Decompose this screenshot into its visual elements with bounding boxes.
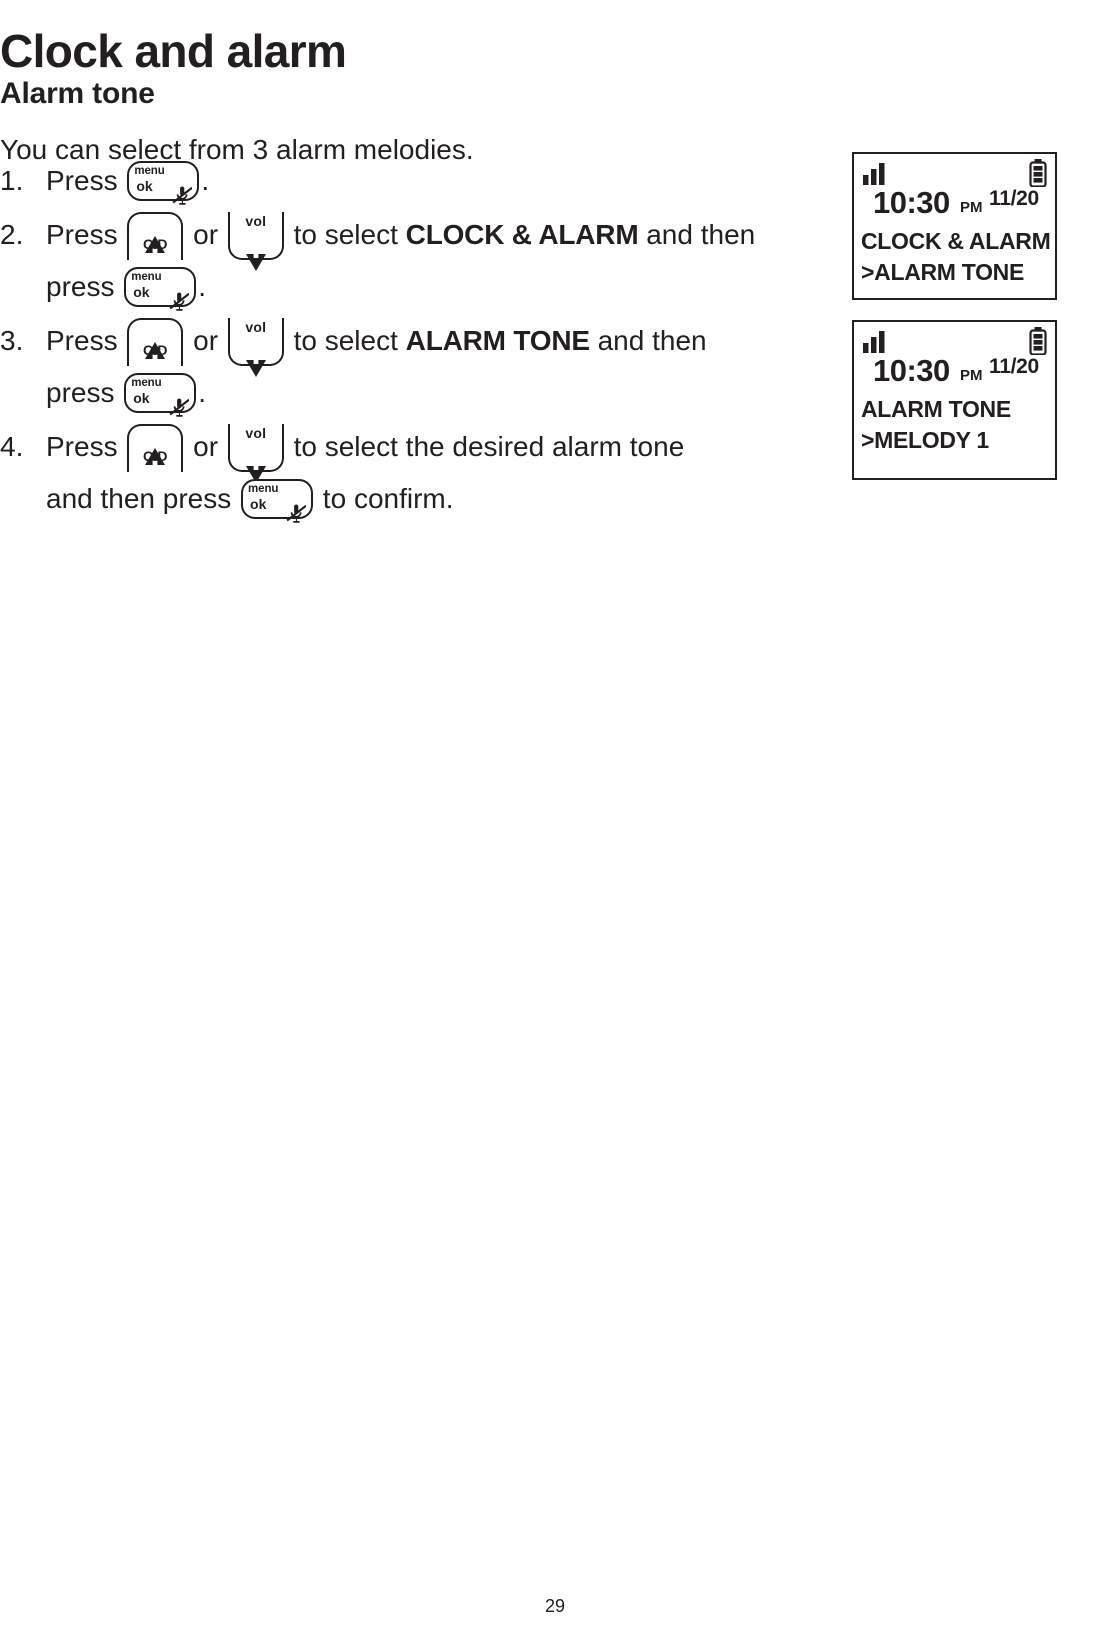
step-line: Press menu ok. [46, 155, 850, 207]
vol-down-key: vol [227, 424, 284, 483]
step-text: to confirm. [315, 483, 454, 514]
menu-ok-key: menu ok [127, 161, 200, 205]
triangle-down-icon [245, 342, 266, 377]
section-title: Alarm tone [0, 76, 155, 110]
cid-key-label: CID [143, 236, 168, 252]
signal-bars-icon [862, 331, 888, 353]
vol-key-label: vol [245, 425, 267, 441]
lcd-time: 10:30 [873, 185, 950, 220]
lcd-ampm: PM [960, 199, 983, 216]
instruction-step: 3. Press CID or vol to select ALARM TONE … [0, 315, 850, 419]
step-number: 2. [0, 219, 24, 250]
step-number: 4. [0, 431, 24, 462]
step-text: or [185, 219, 226, 250]
mute-microphone-icon [286, 490, 307, 523]
triangle-up-icon [145, 430, 166, 465]
emphasised-menu-name: CLOCK & ALARM [405, 219, 639, 250]
menu-ok-key-label-bottom: ok [133, 390, 150, 406]
vol-key-label: vol [245, 213, 267, 229]
step-text: or [185, 431, 226, 462]
cid-key-label: CID [143, 448, 168, 464]
menu-ok-key-label-top: menu [131, 377, 162, 389]
triangle-up-icon [145, 324, 166, 359]
triangle-up-icon [145, 218, 166, 253]
step-text: . [198, 271, 207, 302]
battery-full-icon [1029, 327, 1047, 356]
lcd-screen-alarm-tone: 10:30 PM 11/20 ALARM TONE >MELODY 1 [852, 320, 1057, 480]
lcd-status-row [862, 159, 1047, 188]
step-text: press [46, 377, 123, 408]
instruction-step: 2. Press CID or vol to select CLOCK & ALA… [0, 209, 850, 313]
step-text: Press [46, 165, 126, 196]
lcd-date: 11/20 [989, 187, 1039, 210]
lcd-time-row: 10:30 PM 11/20 [854, 184, 1055, 224]
triangle-down-icon [245, 236, 266, 271]
cid-key-label: CID [143, 342, 168, 358]
step-text: and then press [46, 483, 240, 514]
step-number: 1. [0, 165, 24, 196]
menu-ok-key-label-top: menu [134, 165, 165, 177]
menu-ok-key-label-top: menu [248, 483, 279, 495]
vol-key-label: vol [245, 319, 267, 335]
lcd-screen-clock-and-alarm: 10:30 PM 11/20 CLOCK & ALARM >ALARM TONE [852, 152, 1057, 300]
mute-microphone-icon [169, 384, 190, 417]
step-body: Press CID or vol to select the desired a… [46, 421, 850, 525]
lcd-date: 11/20 [989, 355, 1039, 378]
step-text: Press [46, 325, 126, 356]
step-line: Press CID or vol to select the desired a… [46, 421, 850, 483]
menu-ok-key: menu ok [241, 479, 314, 523]
cid-up-key: CID [127, 212, 184, 260]
step-body: Press CID or vol to select CLOCK & ALARM… [46, 209, 850, 313]
lcd-menu-selection: >MELODY 1 [861, 427, 989, 453]
page-title: Clock and alarm [0, 24, 347, 77]
lcd-menu-title: CLOCK & ALARM [861, 228, 1051, 254]
instruction-step: 4. Press CID or vol to select the desired… [0, 421, 850, 525]
step-text: . [201, 165, 210, 196]
menu-ok-key-label-bottom: ok [136, 178, 153, 194]
mute-microphone-icon [172, 172, 194, 205]
step-text: and then [638, 219, 756, 250]
vol-down-key: vol [227, 212, 284, 271]
lcd-menu-title: ALARM TONE [861, 396, 1011, 422]
instruction-step: 1. Press menu ok. [0, 155, 850, 207]
manual-page: Clock and alarm Alarm tone You can selec… [0, 0, 1110, 1629]
step-number: 3. [0, 325, 24, 356]
step-text: . [198, 377, 207, 408]
cid-up-key: CID [127, 318, 184, 366]
battery-full-icon [1029, 159, 1047, 188]
lcd-status-row [862, 327, 1047, 356]
menu-ok-key: menu ok [124, 373, 197, 417]
step-text: Press [46, 431, 126, 462]
step-line: and then press menu ok to confirm. [46, 473, 850, 525]
lcd-time-row: 10:30 PM 11/20 [854, 352, 1055, 392]
lcd-ampm: PM [960, 367, 983, 384]
lcd-time: 10:30 [873, 353, 950, 388]
menu-ok-key-label-bottom: ok [133, 284, 150, 300]
emphasised-menu-name: ALARM TONE [405, 325, 590, 356]
step-body: Press menu ok. [46, 155, 850, 207]
menu-ok-key-label-top: menu [131, 271, 162, 283]
triangle-down-icon [245, 448, 266, 483]
step-body: Press CID or vol to select ALARM TONE an… [46, 315, 850, 419]
step-text: Press [46, 219, 126, 250]
cid-up-key: CID [127, 424, 184, 472]
vol-down-key: vol [227, 318, 284, 377]
step-text: and then [589, 325, 707, 356]
step-text: to select [285, 219, 406, 250]
step-text: to select [285, 325, 406, 356]
menu-ok-key-label-bottom: ok [250, 496, 267, 512]
step-text: or [185, 325, 226, 356]
signal-bars-icon [862, 163, 888, 185]
step-line: press menu ok. [46, 367, 850, 419]
mute-microphone-icon [169, 278, 190, 311]
step-text: to select the desired alarm tone [285, 431, 685, 462]
page-number: 29 [544, 1596, 566, 1616]
step-line: Press CID or vol to select ALARM TONE an… [46, 315, 850, 377]
lcd-menu-selection: >ALARM TONE [861, 259, 1025, 285]
menu-ok-key: menu ok [124, 267, 197, 311]
step-text: press [46, 271, 123, 302]
step-line: press menu ok. [46, 261, 850, 313]
step-line: Press CID or vol to select CLOCK & ALARM… [46, 209, 850, 271]
instruction-steps: 1. Press menu ok. 2. Press CID or vol to sel… [0, 155, 850, 527]
